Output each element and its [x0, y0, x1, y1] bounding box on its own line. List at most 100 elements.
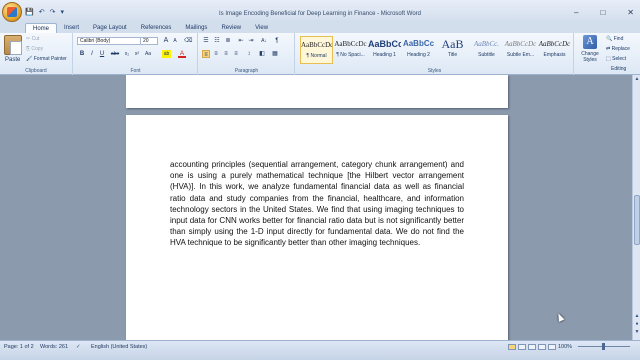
status-bar: Page: 1 of 2 Words: 261 ✓ English (Unite…: [0, 340, 640, 360]
style-label: ¶ Normal: [306, 53, 327, 59]
tab-home[interactable]: Home: [25, 23, 58, 33]
previous-page-icon[interactable]: ▲: [633, 313, 640, 319]
font-size-dropdown[interactable]: 20: [140, 37, 158, 45]
underline-button[interactable]: U: [98, 50, 106, 58]
style-sample: AaBbCcDc: [301, 41, 332, 49]
tab-view[interactable]: View: [248, 23, 275, 33]
style-sample: AaBbCc: [368, 39, 401, 49]
document-page[interactable]: accounting principles (sequential arrang…: [126, 115, 508, 340]
increase-indent-icon[interactable]: ⇥: [247, 37, 255, 45]
ribbon-tabs: Home Insert Page Layout References Maili…: [0, 22, 640, 33]
font-group: Calibri (Body) 20 A A ⌫ B I U abe x₂ x² …: [74, 33, 198, 75]
web-layout-view-icon[interactable]: [528, 344, 536, 350]
browse-object-icon[interactable]: ●: [633, 321, 640, 327]
style-subtitle[interactable]: AaBbCc. Subtitle: [470, 36, 503, 64]
draft-view-icon[interactable]: [548, 344, 556, 350]
paragraph-group-label: Paragraph: [234, 68, 259, 74]
sort-button[interactable]: A↓: [260, 37, 268, 45]
style-label: Subtle Em...: [506, 52, 535, 58]
show-formatting-button[interactable]: ¶: [273, 37, 281, 45]
align-right-icon[interactable]: ≡: [222, 50, 230, 58]
style-heading-1[interactable]: AaBbCc Heading 1: [368, 36, 401, 64]
change-styles-label: Change Styles: [581, 51, 599, 63]
style-sample: AaBbCc: [402, 39, 435, 48]
styles-group: AaBbCcDc ¶ Normal AaBbCcDc ¶ No Spaci...…: [296, 33, 574, 75]
style-label: Heading 1: [373, 52, 396, 58]
copy-button[interactable]: ⎘ Copy: [26, 46, 43, 52]
style-heading-2[interactable]: AaBbCc Heading 2: [402, 36, 435, 64]
tab-references[interactable]: References: [134, 23, 179, 33]
change-styles-button[interactable]: A Change Styles: [577, 35, 603, 63]
find-button[interactable]: 🔍 Find: [606, 36, 623, 42]
scrollbar-thumb[interactable]: [634, 195, 640, 245]
line-spacing-icon[interactable]: ↕: [245, 50, 253, 58]
next-page-icon[interactable]: ▼: [633, 329, 640, 335]
bullets-icon[interactable]: ☰: [202, 37, 210, 45]
paragraph-group: ☰ ☷ ≣ ⇤ ⇥ A↓ ¶ ≡ ≡ ≡ ≡ ↕ ◧ ▦ Paragraph: [199, 33, 295, 75]
highlight-button[interactable]: ab: [162, 50, 171, 58]
font-color-button[interactable]: A: [178, 50, 186, 58]
title-bar: 💾 ↶ ↷ ▾ Is Image Encoding Beneficial for…: [0, 0, 640, 22]
style-title[interactable]: AaB Title: [436, 36, 469, 64]
tab-page-layout[interactable]: Page Layout: [86, 23, 134, 33]
style-subtle-emphasis[interactable]: AaBbCcDc Subtle Em...: [504, 36, 537, 64]
font-group-label: Font: [130, 68, 141, 74]
style-label: Emphasis: [543, 52, 566, 58]
shrink-font-button[interactable]: A: [171, 37, 179, 45]
page-count[interactable]: Page: 1 of 2: [4, 344, 34, 350]
strikethrough-button[interactable]: abe: [109, 50, 121, 58]
paste-icon[interactable]: [4, 35, 22, 55]
format-painter-button[interactable]: 🖌 Format Painter: [26, 56, 67, 62]
numbering-icon[interactable]: ☷: [213, 37, 221, 45]
style-emphasis[interactable]: AaBbCcDc Emphasis: [538, 36, 571, 64]
document-paragraph[interactable]: accounting principles (sequential arrang…: [170, 159, 464, 249]
bold-button[interactable]: B: [78, 50, 86, 58]
zoom-level[interactable]: 100%: [558, 344, 572, 350]
superscript-button[interactable]: x²: [133, 50, 141, 58]
document-workspace[interactable]: accounting principles (sequential arrang…: [0, 75, 632, 340]
align-left-icon[interactable]: ≡: [202, 50, 210, 58]
cut-button[interactable]: ✂ Cut: [26, 36, 39, 42]
italic-button[interactable]: I: [88, 50, 96, 58]
replace-button[interactable]: ⇄ Replace: [606, 46, 630, 52]
style-label: ¶ No Spaci...: [336, 52, 365, 58]
scroll-up-icon[interactable]: ▲: [633, 76, 640, 82]
minimize-button[interactable]: –: [574, 8, 578, 17]
editing-group-label: Editing: [611, 66, 627, 72]
language-status[interactable]: English (United States): [91, 344, 147, 350]
tab-insert[interactable]: Insert: [57, 23, 86, 33]
close-button[interactable]: ✕: [627, 8, 634, 17]
vertical-scrollbar[interactable]: ▲ ▲ ● ▼: [632, 75, 640, 340]
style-sample: AaB: [441, 37, 464, 51]
word-count[interactable]: Words: 261: [40, 344, 68, 350]
grow-font-button[interactable]: A: [162, 37, 170, 45]
decrease-indent-icon[interactable]: ⇤: [237, 37, 245, 45]
zoom-slider-handle[interactable]: [602, 343, 605, 350]
previous-page[interactable]: [126, 75, 508, 108]
style-normal[interactable]: AaBbCcDc ¶ Normal: [300, 36, 333, 64]
proofing-icon[interactable]: ✓: [76, 344, 81, 350]
ribbon: Paste ✂ Cut ⎘ Copy 🖌 Format Painter Clip…: [0, 33, 640, 75]
shading-icon[interactable]: ◧: [258, 50, 266, 58]
maximize-button[interactable]: □: [600, 8, 605, 17]
window-controls: – □ ✕: [574, 8, 634, 17]
justify-icon[interactable]: ≡: [232, 50, 240, 58]
style-no-spacing[interactable]: AaBbCcDc ¶ No Spaci...: [334, 36, 367, 64]
paste-button-label[interactable]: Paste: [5, 57, 20, 63]
select-button[interactable]: ⬚ Select: [606, 56, 626, 62]
full-screen-reading-view-icon[interactable]: [518, 344, 526, 350]
styles-group-label: Styles: [427, 68, 442, 74]
borders-icon[interactable]: ▦: [271, 50, 279, 58]
change-case-button[interactable]: Aa: [144, 50, 152, 58]
window-title: Is Image Encoding Beneficial for Deep Le…: [219, 11, 421, 17]
outline-view-icon[interactable]: [538, 344, 546, 350]
font-name-dropdown[interactable]: Calibri (Body): [77, 37, 141, 45]
tab-mailings[interactable]: Mailings: [178, 23, 214, 33]
print-layout-view-icon[interactable]: [508, 344, 516, 350]
multilevel-list-icon[interactable]: ≣: [224, 37, 232, 45]
clear-formatting-button[interactable]: ⌫: [184, 37, 192, 45]
tab-review[interactable]: Review: [214, 23, 248, 33]
align-center-icon[interactable]: ≡: [212, 50, 220, 58]
subscript-button[interactable]: x₂: [123, 50, 131, 58]
style-label: Title: [447, 52, 458, 58]
